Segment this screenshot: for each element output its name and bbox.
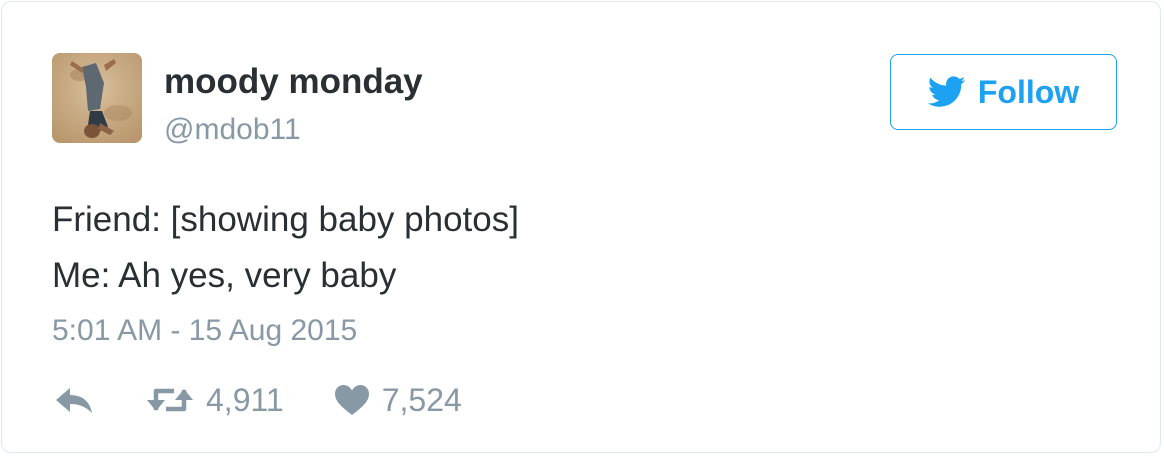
reply-button[interactable] bbox=[54, 384, 94, 416]
avatar-image bbox=[52, 53, 142, 143]
follow-label: Follow bbox=[977, 74, 1080, 110]
tweet-text-line: Me: Ah yes, very baby bbox=[52, 256, 397, 295]
retweet-count: 4,911 bbox=[206, 382, 284, 418]
timestamp[interactable]: 5:01 AM - 15 Aug 2015 bbox=[52, 313, 357, 349]
tweet-text-line: Friend: [showing baby photos] bbox=[52, 200, 519, 239]
tweet-text: Friend: [showing baby photos] Me: Ah yes… bbox=[52, 192, 519, 304]
display-name[interactable]: moody monday bbox=[164, 62, 423, 102]
tweet-actions: 4,911 7,524 bbox=[54, 378, 462, 422]
user-handle[interactable]: @mdob11 bbox=[164, 112, 301, 148]
follow-button[interactable]: Follow bbox=[890, 54, 1117, 130]
twitter-bird-icon bbox=[927, 76, 966, 107]
avatar[interactable] bbox=[52, 53, 142, 143]
retweet-button[interactable]: 4,911 bbox=[146, 382, 284, 418]
heart-icon bbox=[334, 385, 369, 415]
tweet-card: moody monday @mdob11 Follow Friend: [sho… bbox=[1, 1, 1161, 453]
retweet-icon bbox=[147, 388, 193, 412]
like-button[interactable]: 7,524 bbox=[334, 382, 462, 418]
reply-icon bbox=[56, 388, 92, 413]
like-count: 7,524 bbox=[381, 382, 462, 418]
